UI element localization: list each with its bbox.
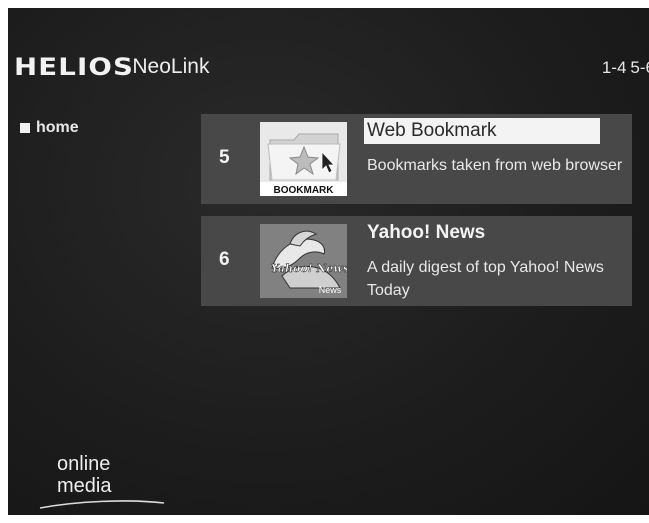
- thumbnail-label: Yahoo! News: [271, 262, 347, 275]
- item-description: Bookmarks taken from web browser: [367, 157, 623, 174]
- square-bullet-icon: [20, 123, 30, 133]
- footer-line-online: online: [57, 453, 111, 475]
- yahoo-news-bird-icon: Yahoo! News News: [260, 224, 347, 298]
- sidebar-item-label: home: [36, 119, 79, 136]
- page-indicator: 1-45-6: [598, 58, 649, 78]
- footer-line-media: media: [57, 475, 112, 497]
- item-title: Yahoo! News: [367, 222, 486, 243]
- page-range-1[interactable]: 1-4: [602, 58, 627, 77]
- tv-screen: HELIOS NeoLink 1-45-6 home 5 BOOKMARK We…: [8, 8, 649, 515]
- thumbnail-badge: News: [319, 285, 342, 295]
- item-title: Web Bookmark: [364, 118, 600, 144]
- sidebar-item-home[interactable]: home: [20, 119, 79, 137]
- product-name: NeoLink: [132, 55, 210, 78]
- item-number: 5: [219, 147, 230, 168]
- list-item-yahoo-news[interactable]: 6 Yahoo! News News Yahoo! News A daily d…: [201, 216, 632, 306]
- app-logo: HELIOS NeoLink: [14, 52, 209, 82]
- thumbnail-label: BOOKMARK: [274, 185, 335, 196]
- swoosh-icon: [39, 500, 165, 509]
- bookmark-folder-icon: BOOKMARK: [260, 122, 347, 196]
- item-number: 6: [219, 249, 230, 270]
- brand-logo: HELIOS: [14, 53, 135, 81]
- page-range-2[interactable]: 5-6: [630, 58, 649, 77]
- online-media-logo: online media: [38, 453, 165, 509]
- list-item-web-bookmark[interactable]: 5 BOOKMARK Web Bookmark Bookmarks taken …: [201, 114, 632, 204]
- bookmark-thumbnail: BOOKMARK: [260, 122, 347, 196]
- item-description: A daily digest of top Yahoo! News Today: [367, 259, 604, 299]
- yahoo-news-thumbnail: Yahoo! News News: [260, 224, 347, 298]
